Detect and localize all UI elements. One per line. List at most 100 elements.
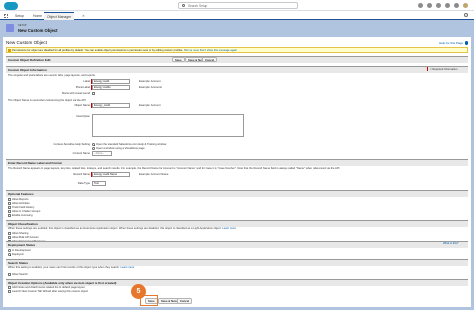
top-bar: Search Setup [0,0,474,11]
in-development-radio[interactable] [8,249,11,252]
tab-bar: Setup Home Object Manager ✕ [0,11,474,20]
launch-tab-wizard-checkbox[interactable] [8,290,11,293]
add-icon[interactable] [427,2,432,8]
section-title: Search Status [8,261,29,265]
allow-sharing-checkbox[interactable] [8,232,11,235]
help-question-icon[interactable] [464,41,468,45]
allow-sharing-label: Allow Sharing [12,232,29,235]
track-field-history-label: Track Field History [12,206,35,209]
allow-activities-label: Allow Activities [12,202,30,205]
required-info-text: = Required Information [430,67,458,71]
api-help-text: The Object Name is used when referencing… [8,99,87,102]
allow-reports-checkbox[interactable] [8,198,11,201]
allow-bulk-api-checkbox[interactable] [8,236,11,239]
allow-bulk-api-label: Allow Bulk API Access [12,236,39,239]
track-field-history-checkbox[interactable] [8,206,11,209]
in-development-label: In Development [12,249,31,252]
step-badge: 5 [131,284,146,299]
record-name-help: The Record Name appears in page layouts,… [8,167,341,170]
content-name-select[interactable]: --None-- [92,151,112,156]
avatar[interactable] [463,2,468,8]
section-optional-features: Optional Features [6,190,468,197]
required-marker [427,66,428,71]
section-title: Custom Object Information [8,68,47,72]
section-search-status: Search Status [6,259,468,266]
tab-close-icon[interactable]: ✕ [82,12,85,20]
gear-icon[interactable] [464,13,468,17]
page-header: SETUP New Custom Object [1,21,473,36]
section-title: Object Classification [8,222,38,226]
deployed-radio[interactable] [8,253,11,256]
label-field-label: Label [83,80,90,83]
search-input[interactable]: Search Setup [178,2,298,9]
header-icons [418,2,468,8]
classification-help: When these settings are enabled, this ob… [8,227,236,230]
ctx-help-standard-radio[interactable] [92,143,95,146]
allow-search-label: Allow Search [12,273,28,276]
labels-help-text: The singular and plural labels are used … [8,74,96,77]
section-creation-options: Object Creation Options (Available only … [6,279,468,286]
allow-activities-checkbox[interactable] [8,202,11,205]
vowel-sound-label: Starts with vowel sound [61,92,90,95]
section-record-name: Enter Record Name Label and Format [6,159,468,166]
favorites-icon[interactable] [418,2,423,8]
label-input[interactable]: Energy Audit [92,79,130,84]
enable-licensing-label: Enable Licensing [12,214,33,217]
section-deployment-status: Deployment Status [6,241,468,248]
section-title: Custom Object Definition Edit [8,58,51,62]
content-name-label: Content Name [72,152,90,155]
data-type-select[interactable]: Text [92,181,106,186]
warning-text: Permissions for object are disabled for … [12,49,184,52]
vowel-sound-checkbox[interactable] [92,92,95,95]
search-status-help-text: When this setting is enabled, your users… [8,266,120,269]
help-icon[interactable] [436,2,441,8]
ctx-help-standard-label: Open the standard Salesforce.com Help & … [96,143,167,146]
description-label: Description [76,115,90,118]
ctx-help-visualforce-radio[interactable] [92,147,95,150]
cancel-button[interactable]: Cancel [177,298,193,304]
description-textarea[interactable] [92,114,244,137]
notifications-icon[interactable] [454,2,459,8]
allow-reports-label: Allow Reports [12,198,29,201]
page-title: New Custom Object [18,28,58,33]
record-name-input[interactable]: Energy Audit Name [92,172,130,177]
object-name-label: Object Name [74,104,90,107]
save-button-top[interactable]: Save [172,56,185,62]
tell-me-more-link[interactable]: Tell me more [184,49,199,52]
search-learn-more-link[interactable]: Learn more [121,266,135,269]
content-title: New Custom Object [6,40,47,45]
object-name-input[interactable]: Energy_Audit [92,103,130,108]
dont-show-link[interactable]: Don't show this message again [200,49,237,52]
help-link[interactable]: Help for this Page [439,41,463,45]
search-icon [182,4,185,8]
context-help-label: Context-Sensitive Help Setting [53,143,90,146]
ctx-help-visualforce-label: Open a window using a Visualforce page [96,147,145,150]
add-notes-checkbox[interactable] [8,286,11,289]
section-custom-object-info: Custom Object Information [6,66,468,73]
salesforce-logo-icon[interactable] [4,1,18,10]
data-type-label: Data Type [77,182,90,185]
section-title: Enter Record Name Label and Format [8,161,62,165]
app-launcher-icon[interactable] [4,13,8,18]
tab-setup[interactable]: Setup [12,12,27,20]
add-notes-label: Add Notes and Attachments related list t… [12,286,85,289]
record-name-example: Example: Account Name [139,173,169,176]
cancel-button-top[interactable]: Cancel [202,56,218,62]
whats-this-link[interactable]: What is this? [443,242,458,245]
tab-home[interactable]: Home [30,12,45,20]
search-placeholder: Search Setup [188,4,208,8]
tab-object-manager[interactable]: Object Manager [44,12,75,20]
setup-gear-icon[interactable] [445,2,450,8]
allow-chatter-groups-label: Allow in Chatter Groups [12,210,41,213]
allow-search-checkbox[interactable] [8,273,11,276]
main-content: New Custom Object Help for this Page Per… [3,37,471,307]
plural-label-input[interactable]: Energy Audits [92,85,130,90]
deployed-label: Deployed [12,253,24,256]
section-title: Object Creation Options (Available only … [8,281,117,285]
label-example: Example: Account [139,80,161,83]
section-object-classification: Object Classification [6,220,468,227]
classification-learn-more-link[interactable]: Learn more [222,227,236,230]
allow-chatter-groups-checkbox[interactable] [8,210,11,213]
enable-licensing-checkbox[interactable] [8,214,11,217]
launch-tab-wizard-label: Launch New Custom Tab Wizard after savin… [12,290,88,293]
